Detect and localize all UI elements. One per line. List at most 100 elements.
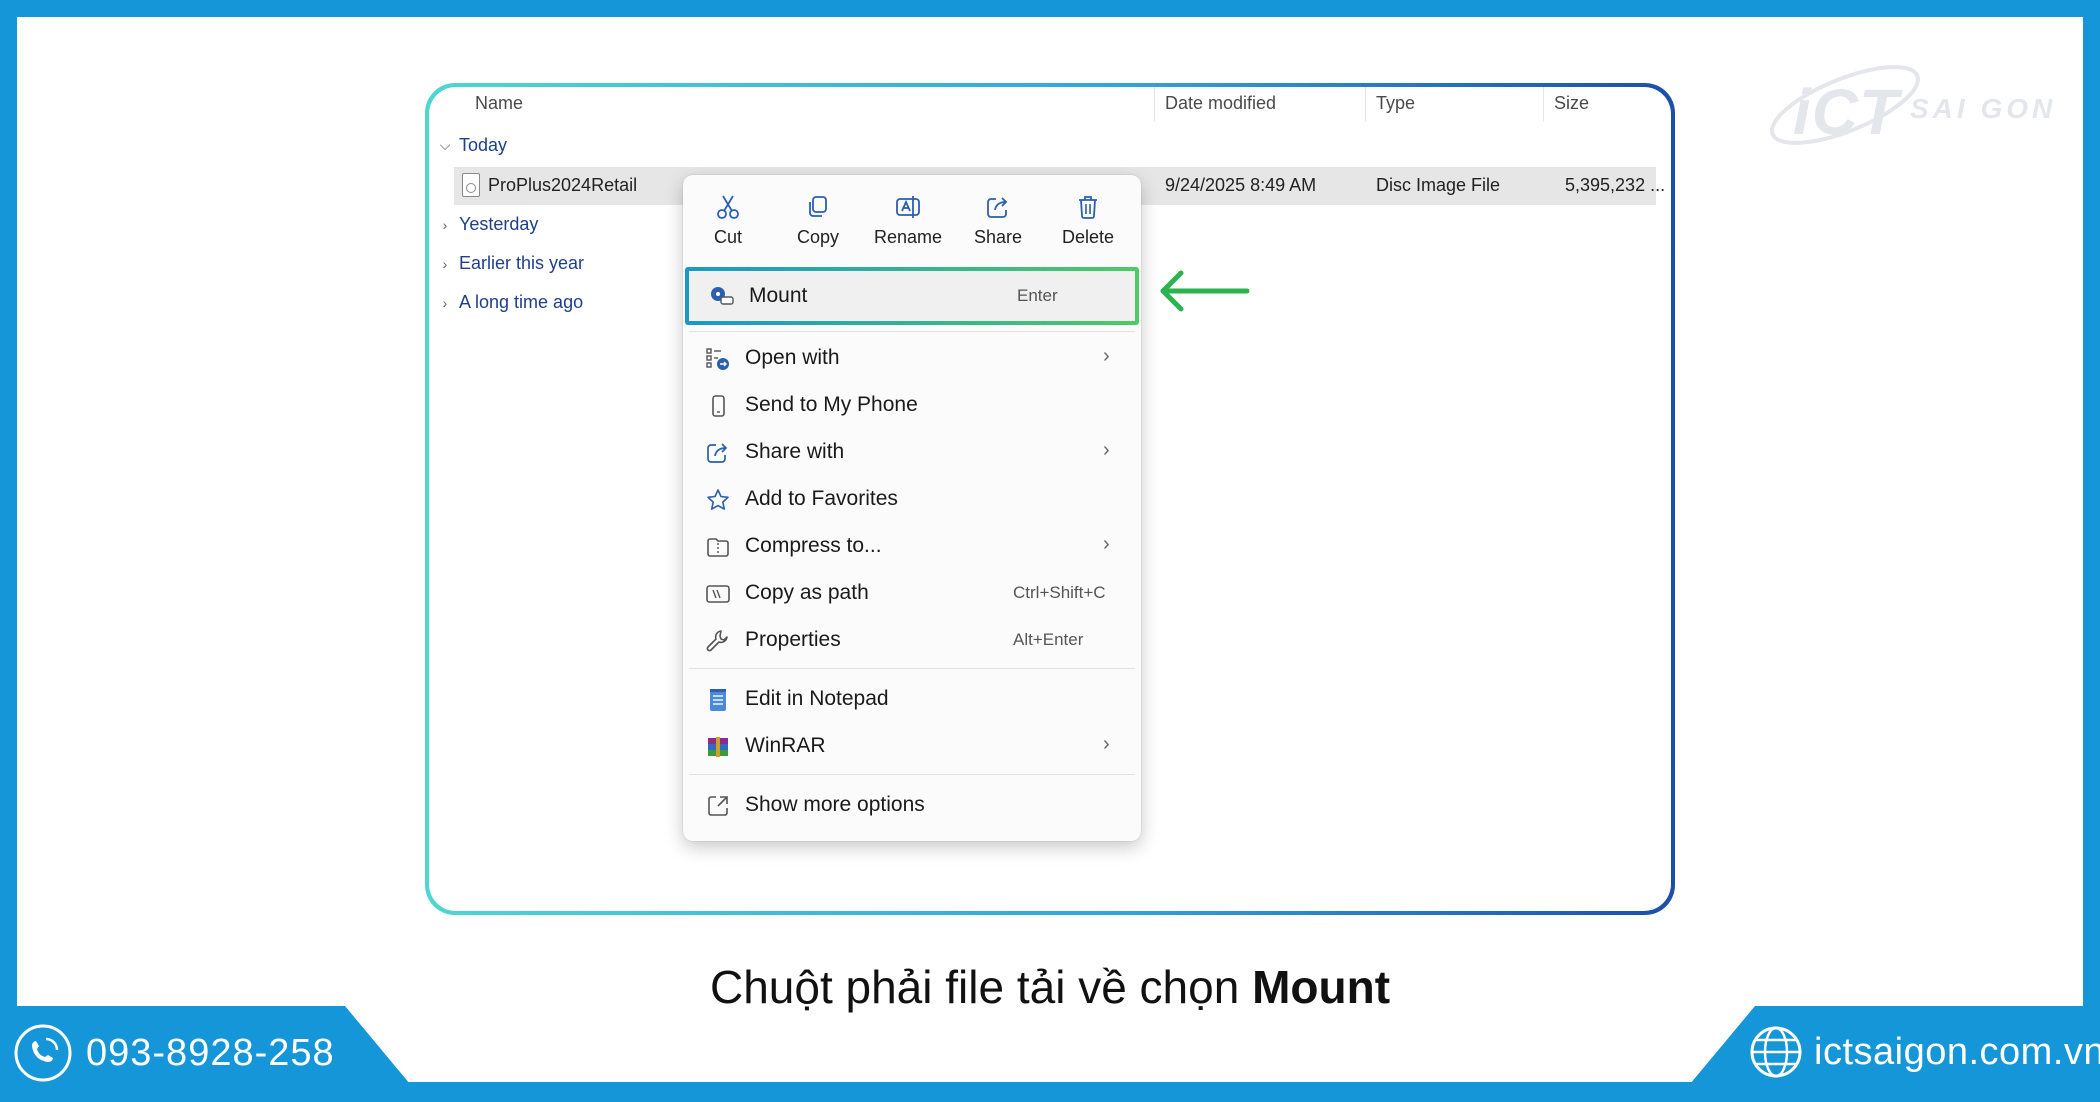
footer-phone[interactable]: 093-8928-258 <box>14 1024 335 1082</box>
globe-icon <box>1750 1026 1802 1078</box>
phone-number: 093-8928-258 <box>86 1031 335 1074</box>
menu-item-copy-as-path[interactable]: Copy as path Ctrl+Shift+C <box>683 571 1141 615</box>
wrench-icon <box>706 630 728 652</box>
website-url: ictsaigon.com.vn <box>1814 1030 2100 1073</box>
column-header-date[interactable]: Date modified <box>1165 93 1276 125</box>
trash-icon <box>1079 196 1097 219</box>
menu-item-properties[interactable]: Properties Alt+Enter <box>683 618 1141 662</box>
menu-divider <box>689 668 1135 669</box>
file-name: ProPlus2024Retail <box>488 175 638 195</box>
disc-mount-icon <box>711 287 734 305</box>
menu-item-edit-notepad[interactable]: Edit in Notepad <box>683 677 1141 721</box>
menu-item-add-favorites[interactable]: Add to Favorites <box>683 477 1141 521</box>
frame-top-border <box>0 0 2100 17</box>
menu-item-label: Send to My Phone <box>745 393 918 416</box>
chevron-right-icon: › <box>1103 733 1110 755</box>
delete-button[interactable]: Delete <box>1043 189 1133 261</box>
menu-item-label: Compress to... <box>745 534 882 557</box>
green-arrow-icon <box>1160 270 1250 312</box>
menu-item-label: Properties <box>745 628 841 651</box>
menu-item-winrar[interactable]: WinRAR › <box>683 724 1141 768</box>
logo-text-main: iCT <box>1793 76 1900 148</box>
menu-item-label: Add to Favorites <box>745 487 898 510</box>
copy-button[interactable]: Copy <box>773 189 863 261</box>
chevron-down-icon: ⌵ <box>439 137 451 153</box>
menu-item-compress[interactable]: Compress to... › <box>683 524 1141 568</box>
cut-button[interactable]: Cut <box>683 189 773 261</box>
more-options-icon <box>708 796 728 816</box>
chevron-right-icon: › <box>1103 533 1110 555</box>
menu-item-shortcut: Ctrl+Shift+C <box>1013 583 1106 602</box>
share-icon <box>987 197 1008 218</box>
frame-left-border <box>0 0 17 1102</box>
group-label: Today <box>459 135 508 155</box>
menu-item-label: Edit in Notepad <box>745 687 889 710</box>
notepad-icon <box>710 689 726 711</box>
open-with-icon <box>706 348 729 370</box>
chevron-right-icon: › <box>442 255 448 272</box>
menu-item-send-to-phone[interactable]: Send to My Phone <box>683 383 1141 427</box>
winrar-icon <box>708 737 728 757</box>
group-earlier-this-year[interactable]: › Earlier this year <box>439 253 584 274</box>
file-date: 9/24/2025 8:49 AM <box>1165 175 1317 195</box>
group-yesterday[interactable]: › Yesterday <box>439 214 539 235</box>
column-header-type[interactable]: Type <box>1376 93 1415 125</box>
share-button[interactable]: Share <box>953 189 1043 261</box>
menu-divider <box>689 331 1135 332</box>
group-label: Earlier this year <box>459 253 585 273</box>
logo-text-sub: SAI GON <box>1910 93 2057 124</box>
rename-icon <box>896 196 920 218</box>
file-size: 5,395,232 ... <box>1565 175 1666 195</box>
group-label: A long time ago <box>459 292 584 312</box>
disc-image-file-icon <box>462 173 480 197</box>
caption-text: Chuột phải file tải về chọn <box>709 961 1253 1013</box>
context-menu: Cut Copy Rename Share Delete Mount Enter… <box>683 175 1141 841</box>
rename-button[interactable]: Rename <box>863 189 953 261</box>
column-header-size[interactable]: Size <box>1554 93 1589 125</box>
phone-icon <box>712 395 725 417</box>
file-explorer-view: Name Date modified Type Size ⌵ Today Pro… <box>429 87 1671 911</box>
mount-label: Mount <box>749 284 808 307</box>
group-label: Yesterday <box>459 214 539 234</box>
column-header-name[interactable]: Name <box>475 93 523 125</box>
menu-item-shortcut: Alt+Enter <box>1013 630 1084 649</box>
menu-item-label: Open with <box>745 346 840 369</box>
chevron-right-icon: › <box>1103 345 1110 367</box>
column-separator <box>1154 87 1155 121</box>
column-separator <box>1543 87 1544 121</box>
frame-bottom-border <box>0 1082 2100 1102</box>
screenshot-card: Name Date modified Type Size ⌵ Today Pro… <box>425 83 1675 915</box>
copy-label: Copy <box>796 227 840 247</box>
column-separator <box>1365 87 1366 121</box>
rename-label: Rename <box>873 227 943 247</box>
chevron-right-icon: › <box>442 294 448 311</box>
ict-saigon-logo: iCT SAI GON <box>1765 35 2065 155</box>
group-today[interactable]: ⌵ Today <box>439 135 507 156</box>
file-type: Disc Image File <box>1376 175 1501 195</box>
menu-item-label: Show more options <box>745 793 925 816</box>
mount-shortcut: Enter <box>1017 286 1058 305</box>
footer-website[interactable]: ictsaigon.com.vn <box>1748 1024 2100 1080</box>
delete-label: Delete <box>1061 227 1115 247</box>
mount-row: Mount Enter <box>687 274 1145 318</box>
menu-item-label: WinRAR <box>745 734 826 757</box>
copy-icon <box>809 196 827 217</box>
chevron-right-icon: › <box>1103 439 1110 461</box>
instruction-caption: Chuột phải file tải về chọn Mount <box>0 960 2100 1014</box>
context-menu-action-bar: Cut Copy Rename Share Delete <box>683 189 1141 261</box>
menu-divider <box>689 774 1135 775</box>
menu-item-show-more-options[interactable]: Show more options <box>683 783 1141 827</box>
copy-path-icon <box>706 585 730 603</box>
mount-menu-item[interactable]: Mount Enter <box>685 267 1139 325</box>
menu-item-share-with[interactable]: Share with › <box>683 430 1141 474</box>
support-phone-icon <box>14 1024 72 1082</box>
star-icon <box>707 489 729 510</box>
menu-item-label: Share with <box>745 440 845 463</box>
share-with-icon <box>707 443 728 463</box>
menu-item-open-with[interactable]: Open with › <box>683 336 1141 380</box>
caption-bold: Mount <box>1252 961 1391 1013</box>
menu-item-label: Copy as path <box>745 581 869 604</box>
frame-right-border <box>2083 0 2100 1102</box>
share-label: Share <box>973 227 1023 247</box>
group-long-time-ago[interactable]: › A long time ago <box>439 292 583 313</box>
